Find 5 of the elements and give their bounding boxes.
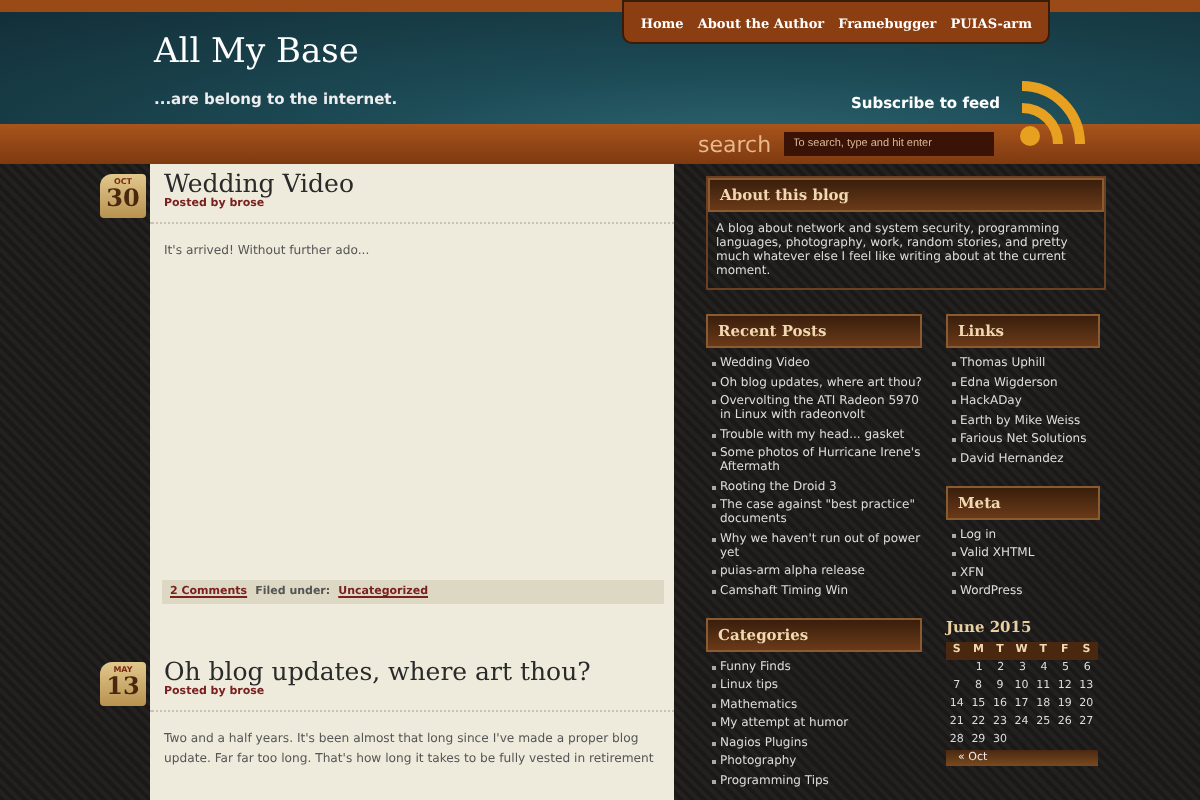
post-title[interactable]: Wedding Video <box>164 168 660 198</box>
rss-icon[interactable] <box>1014 76 1090 152</box>
search-label: search <box>698 131 772 157</box>
site-title: All My Base <box>154 32 361 72</box>
post-title[interactable]: Oh blog updates, where art thou? <box>164 656 660 686</box>
